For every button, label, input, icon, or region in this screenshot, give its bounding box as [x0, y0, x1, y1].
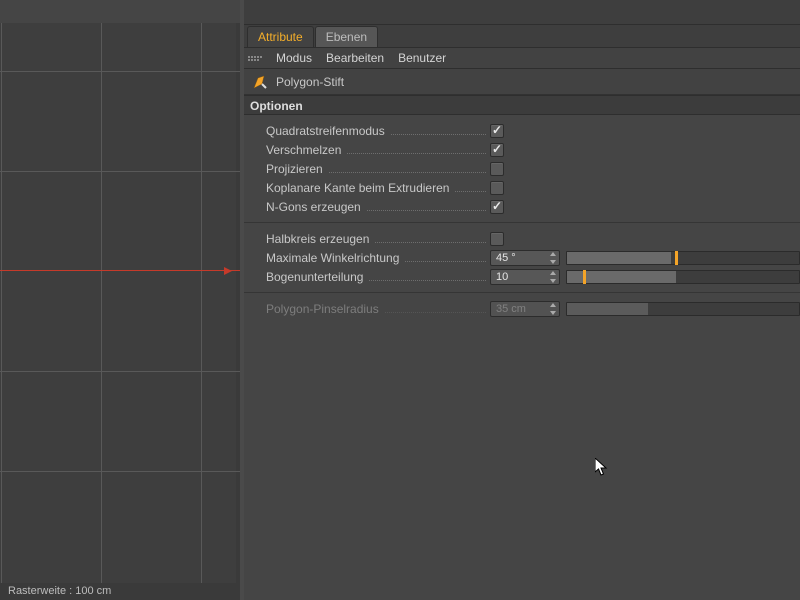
label-halbkreis: Halbkreis erzeugen	[266, 232, 369, 246]
panel-tabs: Attribute Ebenen	[244, 25, 800, 47]
label-pinselradius: Polygon-Pinselradius	[266, 302, 379, 316]
row-bogen: Bogenunterteilung 10	[244, 267, 800, 286]
label-max-winkel: Maximale Winkelrichtung	[266, 251, 399, 265]
tab-attribute[interactable]: Attribute	[247, 26, 314, 47]
polygon-pen-icon	[252, 74, 268, 90]
section-optionen[interactable]: Optionen	[244, 95, 800, 115]
checkbox-quadratstreifenmodus[interactable]	[490, 124, 504, 138]
axis-x-arrow	[224, 267, 232, 275]
label-verschmelzen: Verschmelzen	[266, 143, 341, 157]
label-bogen: Bogenunterteilung	[266, 270, 363, 284]
checkbox-koplanare-kante[interactable]	[490, 181, 504, 195]
input-pinselradius: 35 cm	[490, 301, 560, 317]
tool-header: Polygon-Stift	[244, 69, 800, 95]
checkbox-verschmelzen[interactable]	[490, 143, 504, 157]
label-quadratstreifenmodus: Quadratstreifenmodus	[266, 124, 385, 138]
row-max-winkel: Maximale Winkelrichtung 45 °	[244, 248, 800, 267]
stepper-pinselradius	[549, 303, 557, 315]
row-quadratstreifenmodus: Quadratstreifenmodus	[244, 121, 800, 140]
label-ngons: N-Gons erzeugen	[266, 200, 361, 214]
options-rows: Quadratstreifenmodus Verschmelzen Projiz…	[244, 115, 800, 318]
tab-ebenen[interactable]: Ebenen	[315, 26, 378, 47]
label-koplanare-kante: Koplanare Kante beim Extrudieren	[266, 181, 449, 195]
input-bogen[interactable]: 10	[490, 269, 560, 285]
menubar-grip-icon[interactable]	[248, 51, 262, 65]
viewport-grid[interactable]	[0, 23, 240, 583]
checkbox-ngons[interactable]	[490, 200, 504, 214]
row-pinselradius: Polygon-Pinselradius 35 cm	[244, 299, 800, 318]
row-halbkreis: Halbkreis erzeugen	[244, 229, 800, 248]
attribute-menubar: Modus Bearbeiten Benutzer	[244, 47, 800, 69]
panel-top-gap	[244, 0, 800, 25]
slider-bogen[interactable]	[566, 270, 800, 284]
row-koplanare-kante: Koplanare Kante beim Extrudieren	[244, 178, 800, 197]
row-ngons: N-Gons erzeugen	[244, 197, 800, 216]
checkbox-halbkreis[interactable]	[490, 232, 504, 246]
row-projizieren: Projizieren	[244, 159, 800, 178]
menu-benutzer[interactable]: Benutzer	[398, 51, 446, 65]
label-projizieren: Projizieren	[266, 162, 323, 176]
input-max-winkel[interactable]: 45 °	[490, 250, 560, 266]
viewport-status: Rasterweite : 100 cm	[0, 583, 240, 600]
viewport-toolbar	[0, 0, 240, 23]
slider-pinselradius	[566, 302, 800, 316]
slider-max-winkel[interactable]	[566, 251, 800, 265]
menu-modus[interactable]: Modus	[276, 51, 312, 65]
viewport-3d[interactable]: Rasterweite : 100 cm	[0, 0, 240, 600]
axis-x-line	[0, 270, 240, 271]
tool-name: Polygon-Stift	[276, 75, 344, 89]
menu-bearbeiten[interactable]: Bearbeiten	[326, 51, 384, 65]
checkbox-projizieren[interactable]	[490, 162, 504, 176]
stepper-bogen[interactable]	[549, 271, 557, 283]
attribute-panel: Attribute Ebenen Modus Bearbeiten Benutz…	[244, 0, 800, 600]
row-verschmelzen: Verschmelzen	[244, 140, 800, 159]
stepper-max-winkel[interactable]	[549, 252, 557, 264]
